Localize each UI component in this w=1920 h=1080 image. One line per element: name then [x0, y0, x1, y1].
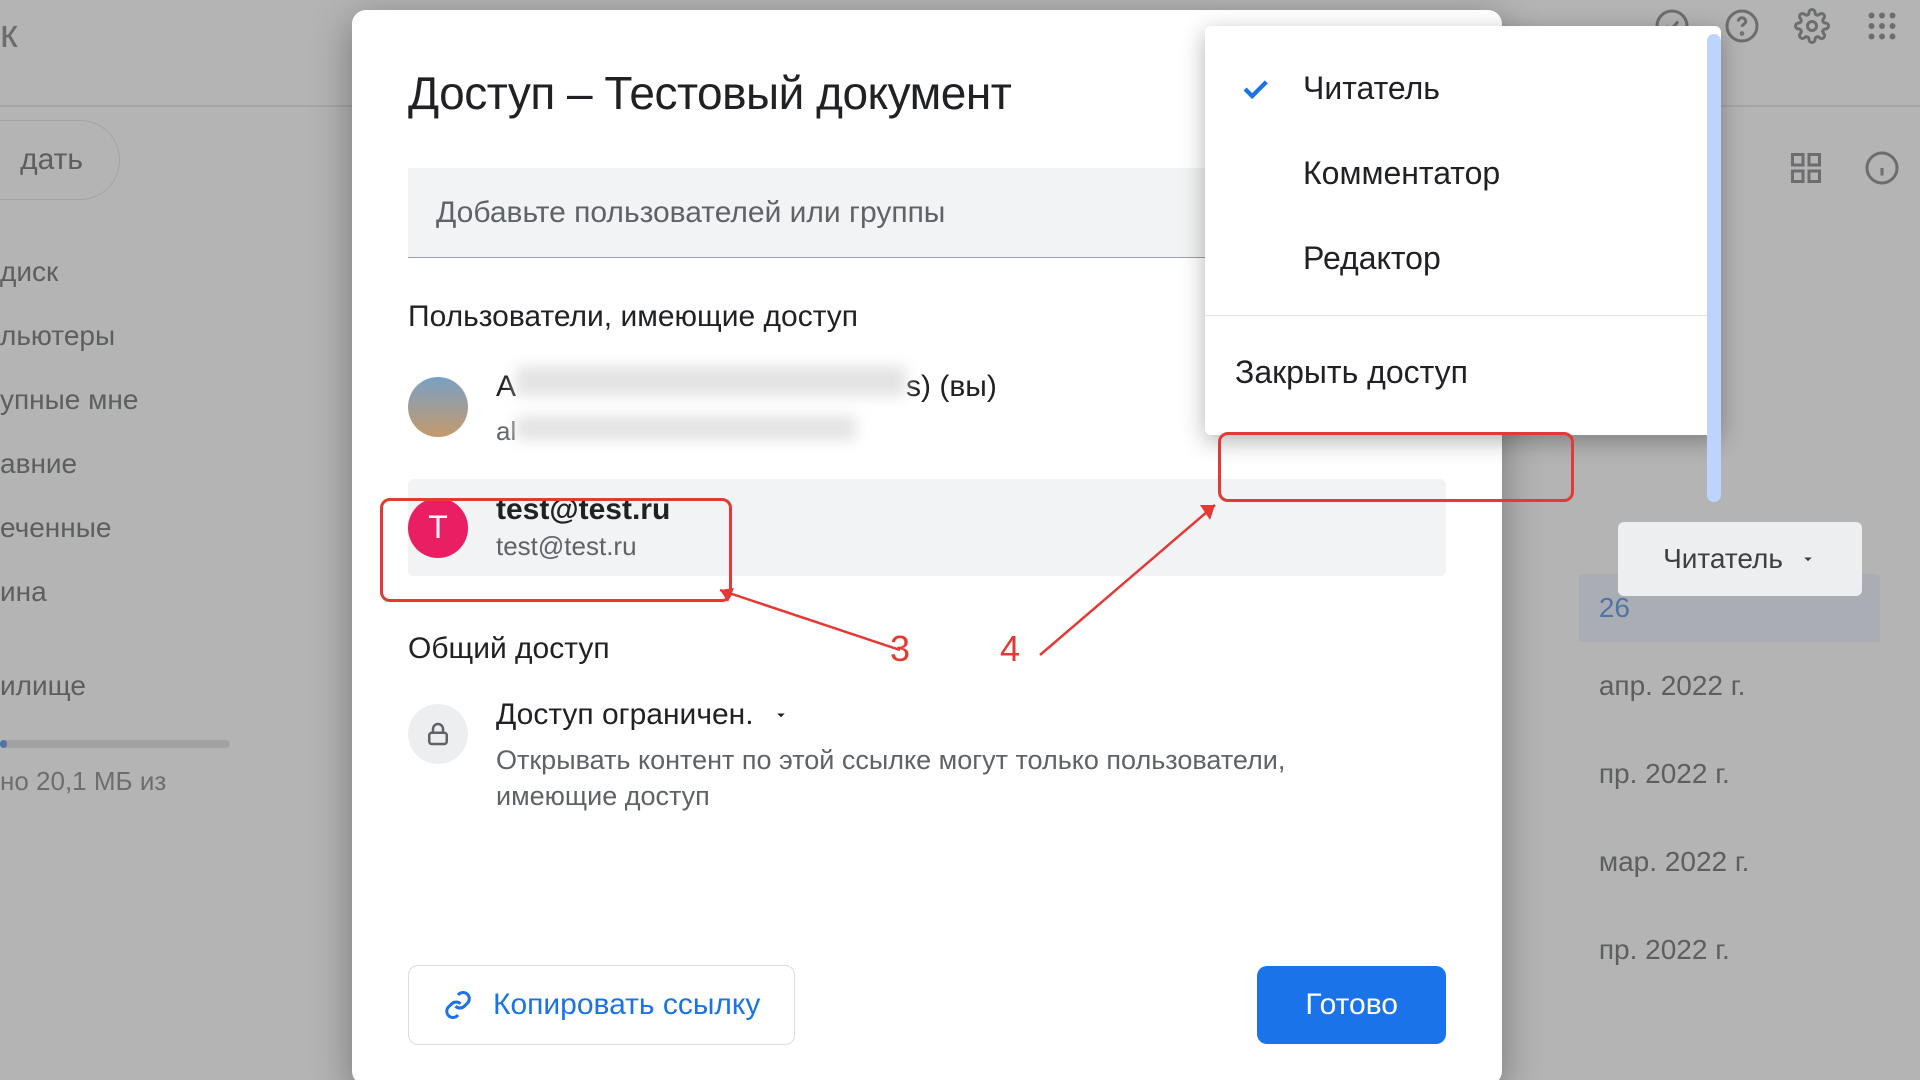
- role-dropdown-menu: Читатель Комментатор Редактор Закрыть до…: [1205, 26, 1721, 435]
- redacted-name: [516, 366, 906, 396]
- caret-down-icon: [1799, 550, 1817, 568]
- general-access-row: Доступ ограничен. Открывать контент по э…: [408, 698, 1446, 815]
- avatar: T: [408, 498, 468, 558]
- link-icon: [443, 990, 473, 1020]
- general-access-description: Открывать контент по этой ссылке могут т…: [496, 742, 1366, 815]
- role-option-reader[interactable]: Читатель: [1205, 46, 1721, 131]
- caret-down-icon: [772, 706, 790, 724]
- user-name: test@test.ru: [496, 493, 670, 527]
- user-email: test@test.ru: [496, 531, 670, 562]
- done-button[interactable]: Готово: [1257, 966, 1446, 1044]
- role-option-remove-access[interactable]: Закрыть доступ: [1205, 330, 1721, 415]
- dropdown-scrollbar[interactable]: [1707, 34, 1721, 502]
- role-option-commenter[interactable]: Комментатор: [1205, 131, 1721, 216]
- check-icon: [1235, 72, 1275, 106]
- lock-icon: [408, 704, 468, 764]
- role-dropdown-button[interactable]: Читатель: [1618, 522, 1862, 596]
- user-row-test[interactable]: T test@test.ru test@test.ru: [408, 479, 1446, 576]
- general-access-heading: Общий доступ: [408, 632, 1446, 666]
- user-email: al: [496, 408, 997, 447]
- avatar: [408, 377, 468, 437]
- copy-link-button[interactable]: Копировать ссылку: [408, 965, 795, 1045]
- role-option-editor[interactable]: Редактор: [1205, 216, 1721, 301]
- add-people-placeholder: Добавьте пользователей или группы: [436, 196, 945, 230]
- general-access-mode-button[interactable]: Доступ ограничен.: [496, 698, 1366, 732]
- user-name: As) (вы): [496, 366, 997, 404]
- redacted-email: [516, 416, 856, 440]
